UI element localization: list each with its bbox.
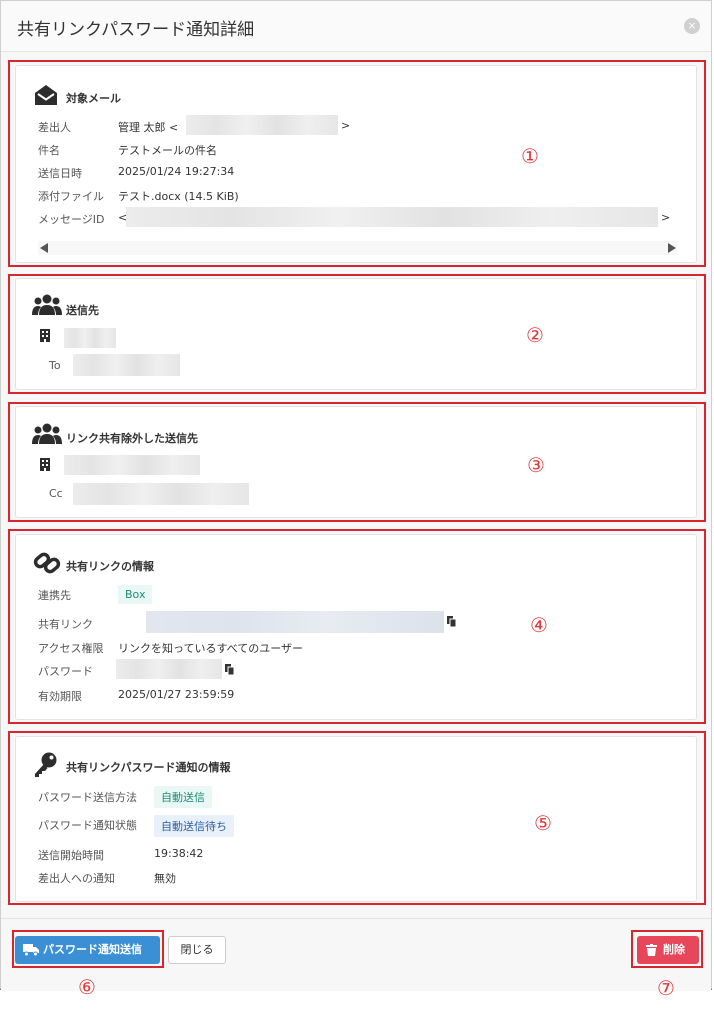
service-badge: Box (118, 585, 153, 604)
recipient-org-redacted (64, 328, 116, 348)
trash-icon (646, 944, 657, 956)
envelope-open-icon (35, 85, 57, 105)
share-link-title: 共有リンクの情報 (66, 560, 154, 573)
password-notification-dialog: 共有リンクパスワード通知詳細 × 対象メール 差出人 管理 太郎 < > 件名 … (0, 0, 712, 991)
dialog-title: 共有リンクパスワード通知詳細 (17, 20, 255, 40)
notification-card: 共有リンクパスワード通知の情報 パスワード送信方法 自動送信 パスワード通知状態… (15, 736, 697, 902)
message-id-label: メッセージID (38, 213, 105, 226)
send-password-notification-button[interactable]: パスワード通知送信 (15, 936, 160, 964)
scroll-left-icon[interactable] (40, 243, 49, 253)
sender-name: 管理 太郎 < (118, 121, 179, 134)
notify-status-label: パスワード通知状態 (38, 819, 137, 832)
excluded-title: リンク共有除外した送信先 (66, 432, 198, 445)
access-value: リンクを知っているすべてのユーザー (118, 642, 304, 655)
service-label: 連携先 (38, 589, 71, 602)
marker-3: ③ (527, 453, 545, 477)
dialog-footer: パスワード通知送信 閉じる 削除 (1, 918, 711, 991)
attachment-label: 添付ファイル (38, 190, 104, 203)
notify-status-badge: 自動送信待ち (154, 815, 234, 837)
sender-notify-label: 差出人への通知 (38, 872, 115, 885)
target-mail-card: 対象メール 差出人 管理 太郎 < > 件名 テストメールの件名 送信日時 20… (15, 65, 697, 263)
sent-at-value: 2025/01/24 19:27:34 (118, 165, 235, 178)
delete-button[interactable]: 削除 (637, 936, 699, 964)
share-link-card: 共有リンクの情報 連携先 Box 共有リンク アクセス権限 リンクを知っているす… (15, 534, 697, 720)
excluded-org-redacted (64, 455, 200, 475)
delete-button-label: 削除 (663, 943, 685, 956)
close-icon[interactable]: × (684, 18, 700, 34)
start-time-label: 送信開始時間 (38, 849, 104, 862)
start-time-value: 19:38:42 (154, 847, 204, 860)
expiry-label: 有効期限 (38, 690, 82, 703)
send-method-badge: 自動送信 (154, 786, 212, 808)
share-link-url-redacted[interactable] (146, 611, 444, 633)
attachment-value: テスト.docx (14.5 KiB) (118, 190, 239, 203)
key-icon (35, 752, 57, 777)
subject-value: テストメールの件名 (118, 144, 217, 157)
marker-1: ① (521, 144, 539, 168)
marker-2: ② (526, 323, 544, 347)
subject-label: 件名 (38, 144, 60, 157)
cc-label: Cc (49, 487, 63, 500)
cc-address-redacted (73, 483, 249, 505)
sender-label: 差出人 (38, 121, 71, 134)
copy-icon[interactable] (225, 664, 235, 675)
message-id-end: > (661, 211, 671, 224)
target-mail-title: 対象メール (66, 92, 121, 105)
sender-email-redacted (186, 115, 338, 135)
marker-5: ⑤ (534, 811, 552, 835)
notification-title: 共有リンクパスワード通知の情報 (66, 761, 231, 774)
close-button-label: 閉じる (180, 943, 214, 956)
users-icon (32, 294, 62, 315)
marker-7: ⑦ (657, 976, 675, 1000)
truck-icon (23, 944, 39, 956)
excluded-recipients-card: リンク共有除外した送信先 Cc (15, 406, 697, 518)
access-label: アクセス権限 (38, 642, 104, 655)
send-button-label: パスワード通知送信 (43, 943, 142, 956)
building-icon (40, 458, 50, 471)
send-method-label: パスワード送信方法 (38, 791, 137, 804)
users-icon (32, 423, 62, 444)
password-redacted (116, 659, 222, 679)
horizontal-scrollbar[interactable] (38, 241, 678, 255)
to-label: To (49, 359, 61, 372)
marker-6: ⑥ (78, 975, 96, 999)
dialog-header: 共有リンクパスワード通知詳細 × (1, 1, 711, 52)
share-link-label: 共有リンク (38, 618, 93, 631)
copy-icon[interactable] (447, 616, 457, 627)
recipients-title: 送信先 (66, 304, 99, 317)
message-id-redacted (126, 207, 658, 227)
to-address-redacted (73, 354, 180, 376)
link-icon (33, 552, 61, 574)
sent-at-label: 送信日時 (38, 167, 82, 180)
expiry-value: 2025/01/27 23:59:59 (118, 688, 235, 701)
sender-end: > (341, 119, 351, 132)
close-button[interactable]: 閉じる (168, 936, 226, 964)
scroll-right-icon[interactable] (667, 243, 676, 253)
sender-notify-value: 無効 (154, 872, 176, 885)
password-label: パスワード (38, 665, 93, 678)
building-icon (40, 329, 50, 342)
marker-4: ④ (530, 613, 548, 637)
recipients-card: 送信先 To (15, 278, 697, 390)
